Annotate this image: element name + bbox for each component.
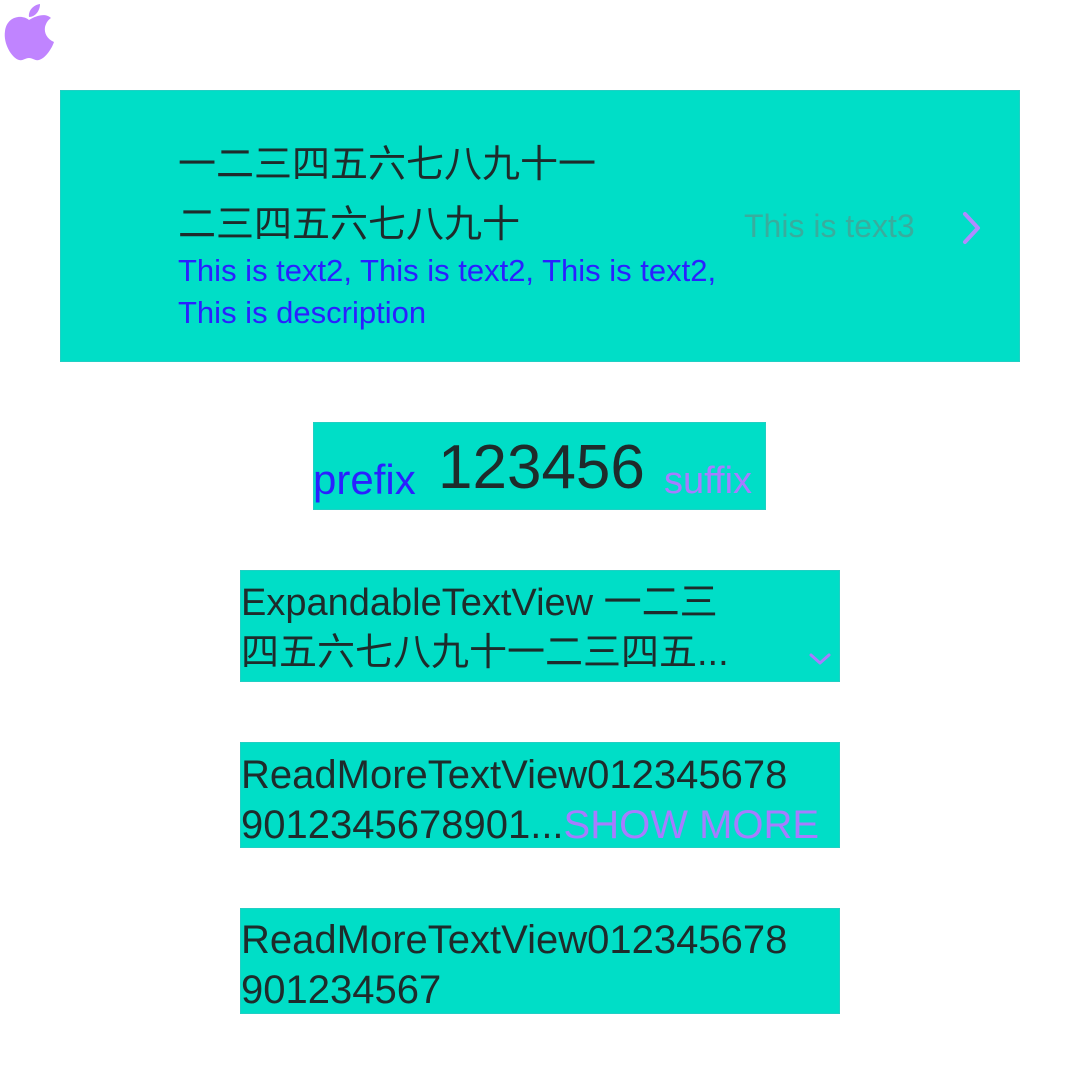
title-text: 一二三四五六七八九十一 二三四五六七八九十 <box>178 134 718 254</box>
prefix-text: prefix <box>313 456 416 503</box>
apple-icon <box>0 4 58 68</box>
read-more-full-text: ReadMoreTextView012345678 901234567 <box>241 918 788 1012</box>
title-line-2: 二三四五六七八九十 <box>178 202 521 246</box>
number-text: 123456 <box>438 433 645 502</box>
expandable-text: ExpandableTextView 一二三 四五六七八九十一二三四五... <box>241 582 729 674</box>
chevron-down-icon[interactable] <box>808 651 832 671</box>
title-line-1: 一二三四五六七八九十一 <box>178 142 597 186</box>
read-more-text: ReadMoreTextView012345678 9012345678901.… <box>241 750 841 850</box>
show-more-link[interactable]: SHOW MORE <box>564 803 820 847</box>
suffix-text: suffix <box>664 460 753 502</box>
subtitle-text: This is text2, This is text2, This is te… <box>178 253 717 330</box>
chevron-right-icon[interactable] <box>960 210 984 250</box>
secondary-text: This is text3 <box>744 208 915 244</box>
